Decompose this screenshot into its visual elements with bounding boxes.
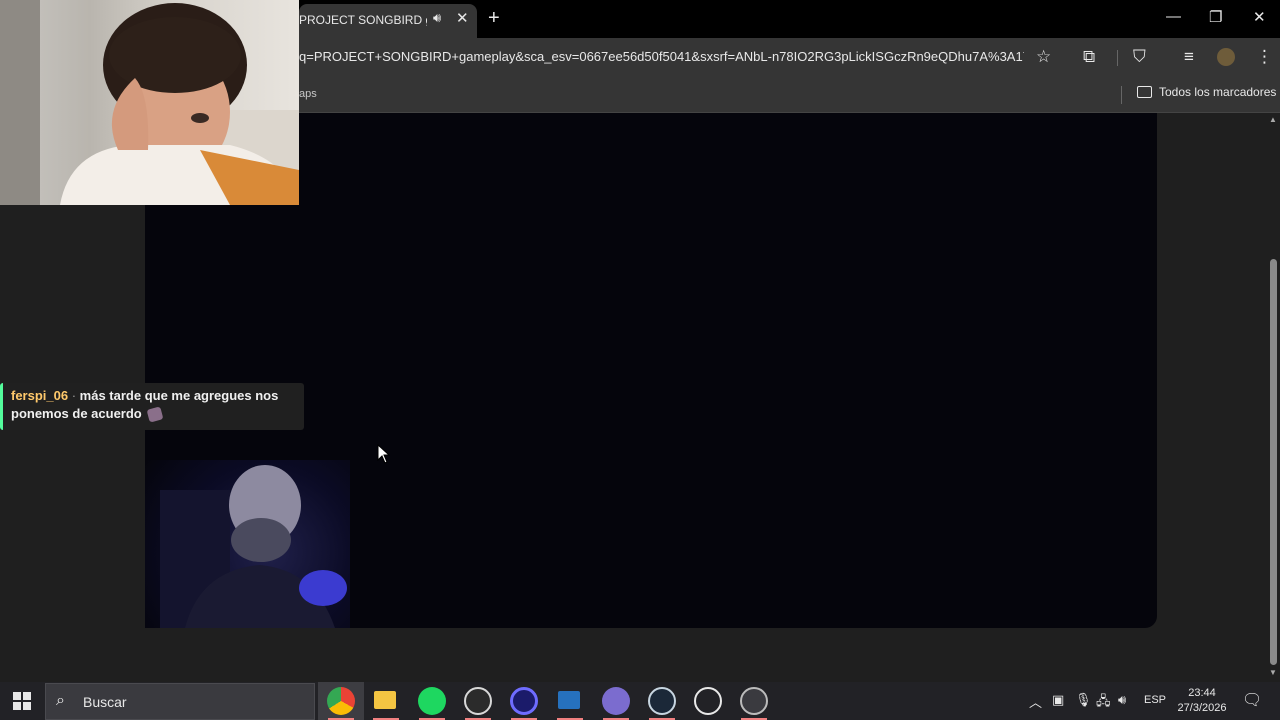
taskbar-app-steam[interactable]: [639, 682, 685, 720]
restore-icon[interactable]: ❐: [1209, 8, 1222, 26]
extensions-icon[interactable]: ⧉: [1083, 47, 1095, 67]
a-app-icon: [740, 687, 768, 715]
browser-tab[interactable]: PROJECT SONGBIRD gameplay 🔊︎ ✕: [299, 4, 477, 38]
taskbar-app-obs[interactable]: [455, 682, 501, 720]
scroll-up-icon[interactable]: ▲: [1269, 115, 1277, 124]
taskbar-app-a[interactable]: [731, 682, 777, 720]
minimize-icon[interactable]: —: [1166, 8, 1181, 25]
new-tab-icon[interactable]: +: [488, 7, 500, 30]
all-bookmarks-label: Todos los marcadores: [1159, 85, 1277, 99]
mouse-cursor-icon: [377, 444, 391, 464]
taskbar-app-spotify[interactable]: [409, 682, 455, 720]
tab-title: PROJECT SONGBIRD gameplay: [299, 13, 427, 27]
address-bar[interactable]: q=PROJECT+SONGBIRD+gameplay&sca_esv=0667…: [299, 49, 1024, 64]
incognito-icon[interactable]: ⛉: [1133, 47, 1146, 67]
speaker-icon[interactable]: 🔊︎: [433, 10, 441, 26]
scrollbar[interactable]: ▲ ▼: [1268, 113, 1280, 680]
tray-chevron-up-icon[interactable]: ︿: [1029, 692, 1042, 711]
emote-icon: [146, 406, 164, 423]
microphone-icon[interactable]: 🎙︎: [1075, 692, 1092, 708]
guest-webcam: [145, 460, 350, 628]
taskbar-app-chrome[interactable]: [318, 682, 364, 720]
all-bookmarks-button[interactable]: Todos los marcadores: [1137, 85, 1276, 99]
scrollbar-thumb[interactable]: [1270, 259, 1277, 665]
bookmark-apps[interactable]: aps: [299, 88, 317, 100]
powershell-icon: [558, 691, 580, 709]
toolbar-divider: [1117, 50, 1118, 66]
taskbar-app-file-explorer[interactable]: [363, 682, 409, 720]
menu-icon[interactable]: ⋮: [1256, 47, 1273, 67]
taskbar-search[interactable]: ⌕ Buscar: [45, 683, 315, 720]
network-icon[interactable]: 🖧︎: [1096, 692, 1111, 714]
taskbar-app-powershell[interactable]: [547, 682, 593, 720]
chat-message-text: ferspi_06 · más tarde que me agregues no…: [11, 387, 296, 423]
chatgpt-icon: [694, 687, 722, 715]
close-tab-icon[interactable]: ✕: [456, 9, 469, 27]
steam-icon: [648, 687, 676, 715]
windows-start-icon[interactable]: [13, 692, 31, 710]
volume-icon[interactable]: 🔊︎: [1118, 692, 1126, 708]
search-placeholder: Buscar: [83, 694, 127, 710]
notifications-icon[interactable]: 🗨︎: [1242, 690, 1262, 710]
clock-date: 27/3/2026: [1177, 702, 1227, 714]
folder-app-icon: [374, 691, 396, 709]
taskbar-app-chatgpt[interactable]: [685, 682, 731, 720]
profile-avatar[interactable]: [1217, 48, 1235, 66]
bookmarks-divider: [1121, 86, 1122, 104]
spotify-icon: [418, 687, 446, 715]
chat-separator: ·: [68, 388, 80, 403]
chat-message: ferspi_06 · más tarde que me agregues no…: [0, 383, 304, 430]
q-app-icon: [510, 687, 538, 715]
webcam-person-image: [0, 0, 299, 205]
taskbar-app-chat[interactable]: [593, 682, 639, 720]
star-icon[interactable]: ☆: [1036, 47, 1051, 67]
chrome-icon: [327, 687, 355, 715]
language-indicator[interactable]: ESP: [1144, 694, 1166, 706]
obs-icon: [464, 687, 492, 715]
folder-icon: [1137, 85, 1152, 98]
clock-time: 23:44: [1188, 687, 1216, 699]
media-queue-icon[interactable]: ≡: [1184, 47, 1194, 67]
guest-person-image: [160, 465, 347, 628]
search-icon: ⌕: [56, 692, 65, 709]
windows-taskbar: ⌕ Buscar ︿ ▣ 🎙︎ 🖧︎ 🔊︎ ESP 23:44 27/3/202…: [0, 682, 1280, 720]
chat-username[interactable]: ferspi_06: [11, 388, 68, 403]
scroll-down-icon[interactable]: ▼: [1269, 668, 1277, 677]
window-close-icon[interactable]: ✕: [1253, 8, 1266, 26]
tray-app-icon[interactable]: ▣: [1052, 692, 1064, 708]
taskbar-app-q[interactable]: [501, 682, 547, 720]
taskbar-clock[interactable]: 23:44 27/3/2026: [1171, 686, 1233, 716]
chat-app-icon: [602, 687, 630, 715]
streamer-webcam: [0, 0, 299, 205]
